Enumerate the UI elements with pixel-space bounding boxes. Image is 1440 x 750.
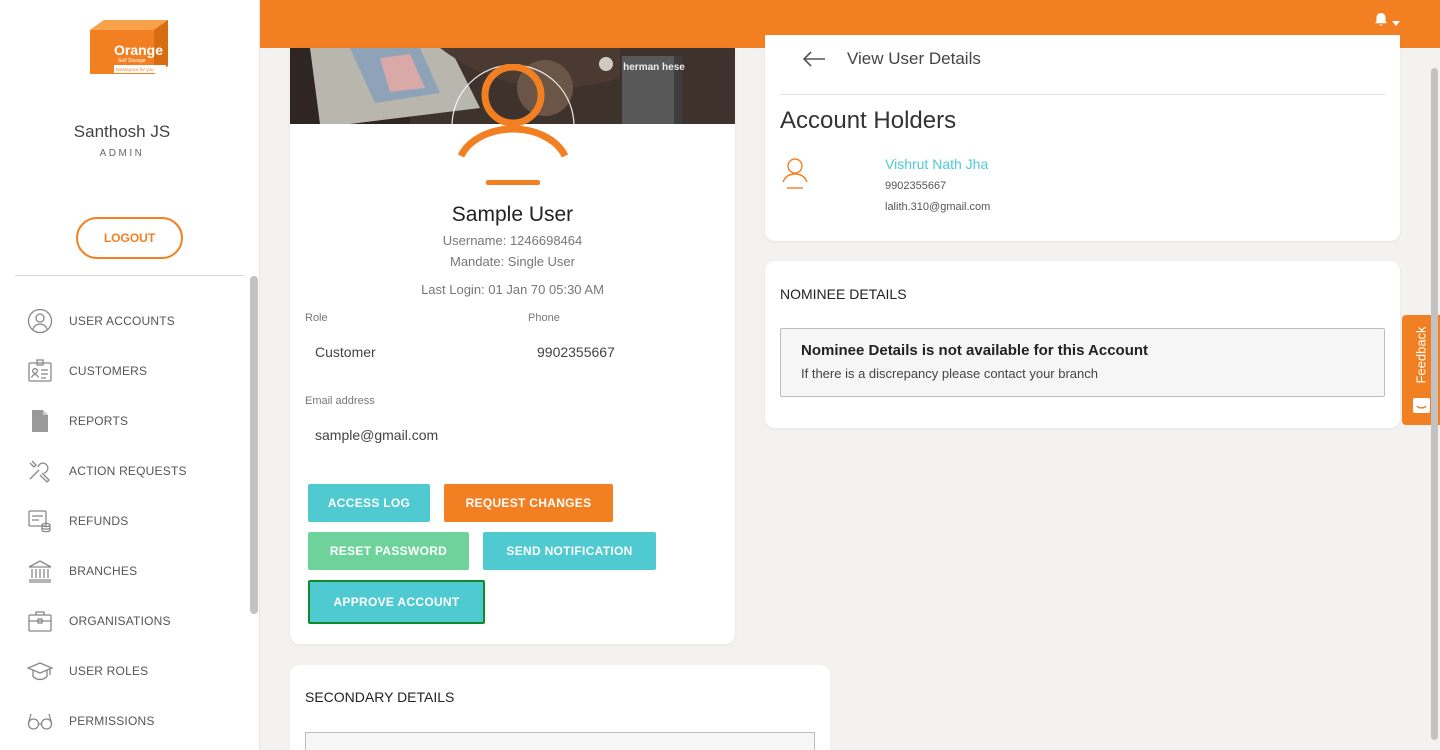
user-circle-icon bbox=[27, 308, 53, 334]
profile-username: Username: 1246698464 bbox=[442, 233, 583, 248]
sidebar-item-label: BRANCHES bbox=[69, 564, 138, 578]
sidebar-item-label: USER ACCOUNTS bbox=[69, 314, 175, 328]
user-avatar[interactable] bbox=[450, 63, 576, 188]
profile-card: herman hese Sample User Username: 124669… bbox=[290, 48, 735, 644]
user-icon bbox=[780, 157, 810, 194]
bank-icon bbox=[27, 558, 53, 584]
sidebar-item-organisations[interactable]: ORGANISATIONS bbox=[0, 596, 248, 646]
logo-slogan: Extraspace for you bbox=[116, 67, 154, 72]
sidebar-divider bbox=[15, 275, 244, 276]
access-log-button[interactable]: ACCESS LOG bbox=[308, 484, 430, 522]
caret-down-icon bbox=[1392, 13, 1400, 31]
account-holder-phone: 9902355667 bbox=[885, 180, 947, 192]
profile-name: Sample User bbox=[451, 203, 574, 226]
nominee-details-title: NOMINEE DETAILS bbox=[780, 286, 907, 302]
orange-logo[interactable]: Orange Self Storage Extraspace for you bbox=[88, 18, 172, 76]
feedback-label: Feedback bbox=[1413, 326, 1429, 384]
phone-label: Phone bbox=[528, 312, 560, 324]
nominee-alert-text: If there is a discrepancy please contact… bbox=[801, 366, 1098, 381]
sidebar: Orange Self Storage Extraspace for you S… bbox=[0, 0, 260, 750]
sidebar-item-label: ORGANISATIONS bbox=[69, 614, 171, 628]
bell-icon bbox=[1374, 12, 1388, 32]
sidebar-item-refunds[interactable]: REFUNDS bbox=[0, 496, 248, 546]
role-label: Role bbox=[305, 312, 328, 324]
back-arrow-icon[interactable] bbox=[801, 49, 827, 74]
cover-book-title: herman hese bbox=[623, 62, 685, 73]
glasses-icon bbox=[27, 708, 53, 734]
sidebar-item-label: ACTION REQUESTS bbox=[69, 464, 187, 478]
document-icon bbox=[27, 408, 53, 434]
id-card-icon bbox=[27, 358, 53, 384]
sidebar-item-label: REPORTS bbox=[69, 414, 129, 428]
reset-password-button[interactable]: RESET PASSWORD bbox=[308, 532, 469, 570]
logout-button[interactable]: LOGOUT bbox=[76, 217, 183, 259]
nominee-details-card: NOMINEE DETAILS Nominee Details is not a… bbox=[765, 261, 1400, 428]
sidebar-item-user-accounts[interactable]: USER ACCOUNTS bbox=[0, 296, 248, 346]
main-scrollbar[interactable] bbox=[1431, 68, 1438, 740]
refund-icon bbox=[27, 508, 53, 534]
sidebar-item-label: USER ROLES bbox=[69, 664, 149, 678]
page-title: View User Details bbox=[847, 49, 981, 68]
tools-icon bbox=[27, 458, 53, 484]
sidebar-item-reports[interactable]: REPORTS bbox=[0, 396, 248, 446]
sidebar-item-action-requests[interactable]: ACTION REQUESTS bbox=[0, 446, 248, 496]
graduation-cap-icon bbox=[27, 658, 53, 684]
sidebar-item-customers[interactable]: CUSTOMERS bbox=[0, 346, 248, 396]
secondary-details-card: SECONDARY DETAILS bbox=[290, 665, 830, 750]
phone-value: 9902355667 bbox=[537, 344, 615, 360]
sidebar-scrollbar[interactable] bbox=[250, 276, 258, 614]
logo-tagline: Self Storage bbox=[118, 58, 146, 64]
account-holder-email: lalith.310@gmail.com bbox=[885, 201, 991, 213]
account-holders-card: View User Details Account Holders Vishru… bbox=[765, 35, 1400, 241]
header-divider bbox=[780, 94, 1385, 95]
account-holder-name-link[interactable]: Vishrut Nath Jha bbox=[885, 156, 988, 172]
email-label: Email address bbox=[305, 395, 375, 407]
profile-mandate: Mandate: Single User bbox=[449, 254, 575, 269]
approve-account-button[interactable]: APPROVE ACCOUNT bbox=[308, 580, 485, 624]
secondary-details-box bbox=[305, 732, 815, 750]
admin-name: Santhosh JS bbox=[73, 122, 171, 141]
request-changes-button[interactable]: REQUEST CHANGES bbox=[444, 484, 613, 522]
sidebar-item-branches[interactable]: BRANCHES bbox=[0, 546, 248, 596]
nominee-alert: Nominee Details is not available for thi… bbox=[780, 328, 1385, 397]
sidebar-item-permissions[interactable]: PERMISSIONS bbox=[0, 696, 248, 746]
profile-last-login: Last Login: 01 Jan 70 05:30 AM bbox=[421, 282, 604, 297]
nominee-alert-title: Nominee Details is not available for thi… bbox=[801, 342, 1149, 359]
sidebar-item-label: CUSTOMERS bbox=[69, 364, 148, 378]
notifications-toggle[interactable] bbox=[1374, 12, 1400, 32]
sidebar-item-label: REFUNDS bbox=[69, 514, 129, 528]
email-value: sample@gmail.com bbox=[315, 427, 439, 443]
sidebar-item-user-roles[interactable]: USER ROLES bbox=[0, 646, 248, 696]
smiley-icon bbox=[1413, 398, 1430, 418]
sidebar-nav: USER ACCOUNTS CUSTOMERS REPORTS ACTION R… bbox=[0, 296, 248, 746]
account-holders-heading: Account Holders bbox=[780, 107, 957, 134]
send-notification-button[interactable]: SEND NOTIFICATION bbox=[483, 532, 656, 570]
role-value: Customer bbox=[315, 344, 376, 360]
admin-role: ADMIN bbox=[99, 148, 145, 159]
briefcase-icon bbox=[27, 608, 53, 634]
sidebar-item-label: PERMISSIONS bbox=[69, 714, 155, 728]
logo-name: Orange bbox=[114, 42, 163, 58]
secondary-details-title: SECONDARY DETAILS bbox=[305, 689, 455, 705]
